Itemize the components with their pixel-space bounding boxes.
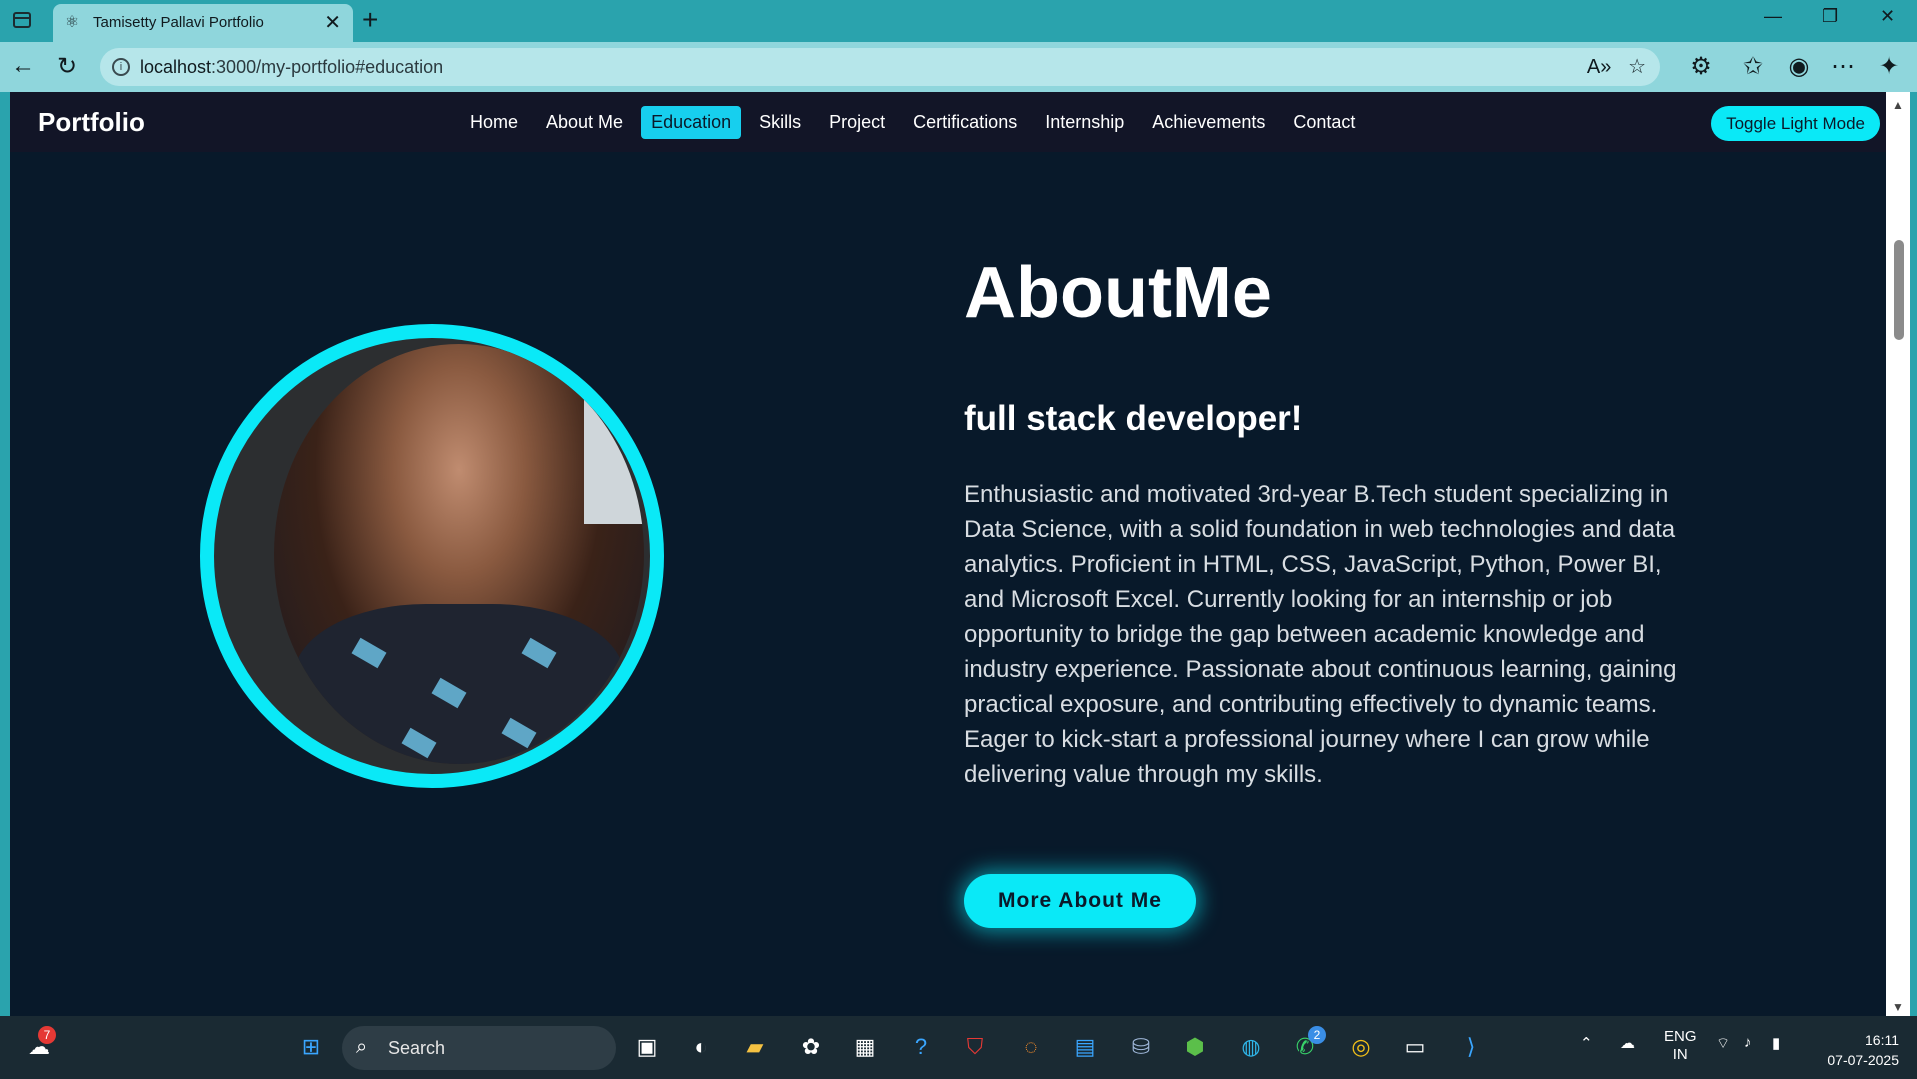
lang-bottom: IN	[1672, 1046, 1688, 1063]
jupyter-icon[interactable]: ◌	[1014, 1030, 1048, 1064]
browser-tab-strip: ⚛ Tamisetty Pallavi Portfolio ✕ + — ❐ ✕	[0, 0, 1917, 42]
taskbar-search[interactable]: ⌕ Search	[342, 1026, 616, 1070]
new-tab-icon[interactable]: +	[362, 4, 378, 36]
help-icon[interactable]: ?	[904, 1030, 938, 1064]
nav-home[interactable]: Home	[460, 106, 528, 139]
nav-skills[interactable]: Skills	[749, 106, 811, 139]
notepad-icon[interactable]: ▤	[1068, 1030, 1102, 1064]
about-subtitle: full stack developer!	[964, 399, 1303, 438]
about-description: Enthusiastic and motivated 3rd-year B.Te…	[964, 481, 1677, 788]
nav-project[interactable]: Project	[819, 106, 895, 139]
nav-about-me[interactable]: About Me	[536, 106, 633, 139]
browser-tab[interactable]: ⚛ Tamisetty Pallavi Portfolio ✕	[53, 4, 353, 42]
windows-taskbar: ☁ 7 ⊞ ⌕ Search ▣ ◐ ▰ ✿ ▦ ? ⛉ ◌ ▤ ⛁ ⬢ ◍ ✆…	[0, 1016, 1917, 1079]
task-view-icon[interactable]: ▣	[630, 1030, 664, 1064]
read-aloud-icon[interactable]: A»	[1587, 56, 1611, 78]
copilot-icon[interactable]: ✦	[1874, 52, 1904, 81]
more-about-me-button[interactable]: More About Me	[964, 874, 1196, 928]
nav-achievements[interactable]: Achievements	[1142, 106, 1275, 139]
search-label: Search	[388, 1038, 446, 1058]
eclipse-icon[interactable]: ◐	[684, 1030, 718, 1064]
site-navbar: Portfolio Home About Me Education Skills…	[10, 92, 1886, 152]
nav-education[interactable]: Education	[641, 106, 742, 139]
address-bar[interactable]: i localhost:3000/my-portfolio#education …	[100, 48, 1660, 86]
toggle-theme-button[interactable]: Toggle Light Mode	[1711, 106, 1880, 141]
whatsapp-badge: 2	[1308, 1026, 1326, 1044]
browser-toolbar: ← ↻ i localhost:3000/my-portfolio#educat…	[0, 42, 1917, 92]
minimize-icon[interactable]: —	[1764, 6, 1782, 27]
profile-avatar	[200, 324, 664, 788]
file-explorer-icon[interactable]: ▰	[738, 1030, 772, 1064]
site-info-icon[interactable]: i	[112, 58, 130, 76]
language-indicator[interactable]: ENG IN	[1664, 1028, 1697, 1064]
site-brand[interactable]: Portfolio	[38, 107, 145, 138]
edge-icon[interactable]: ◍	[1234, 1030, 1268, 1064]
nav-menu: Home About Me Education Skills Project C…	[460, 106, 1365, 139]
nav-certifications[interactable]: Certifications	[903, 106, 1027, 139]
more-options-icon[interactable]: ⋯	[1828, 52, 1858, 81]
search-icon: ⌕	[356, 1036, 368, 1058]
address-tools: A» ☆	[1587, 54, 1646, 79]
tab-title: Tamisetty Pallavi Portfolio	[93, 14, 264, 31]
nodejs-icon[interactable]: ⬢	[1178, 1030, 1212, 1064]
weather-badge: 7	[38, 1026, 56, 1044]
battery-icon[interactable]: ▮	[1772, 1034, 1780, 1052]
close-tab-icon[interactable]: ✕	[324, 10, 341, 35]
copilot-app-icon[interactable]: ✿	[794, 1030, 828, 1064]
volume-icon[interactable]: ♪	[1744, 1034, 1752, 1051]
restore-icon[interactable]: ❐	[1822, 6, 1838, 27]
tab-actions-icon[interactable]	[10, 8, 36, 34]
wifi-icon[interactable]: ⌔	[1716, 1034, 1730, 1053]
clock-date: 07-07-2025	[1827, 1052, 1899, 1068]
store-icon[interactable]: ▦	[848, 1030, 882, 1064]
page-viewport: Portfolio Home About Me Education Skills…	[10, 92, 1886, 1016]
profile-icon[interactable]: ◉	[1784, 52, 1814, 81]
nav-internship[interactable]: Internship	[1035, 106, 1134, 139]
terminal-icon[interactable]: ▭	[1398, 1030, 1432, 1064]
chrome-icon[interactable]: ◎	[1344, 1030, 1378, 1064]
system-clock[interactable]: 16:11 07-07-2025	[1827, 1030, 1899, 1070]
scroll-up-icon[interactable]: ▲	[1892, 98, 1904, 112]
extensions-icon[interactable]: ⚙	[1686, 52, 1716, 81]
url-text[interactable]: localhost:3000/my-portfolio#education	[140, 57, 443, 78]
about-title: AboutMe	[964, 253, 1272, 333]
page-scrollbar[interactable]: ▲ ▼	[1886, 92, 1910, 1016]
mysql-icon[interactable]: ⛁	[1124, 1030, 1158, 1064]
clock-time: 16:11	[1865, 1032, 1899, 1048]
favorites-icon[interactable]: ✩	[1738, 52, 1768, 81]
start-icon[interactable]: ⊞	[294, 1030, 328, 1064]
scroll-down-icon[interactable]: ▼	[1892, 1000, 1904, 1014]
back-icon[interactable]: ←	[8, 52, 38, 80]
vscode-icon[interactable]: ⟩	[1454, 1030, 1488, 1064]
mcafee-icon[interactable]: ⛉	[958, 1030, 992, 1064]
show-hidden-icons[interactable]: ⌃	[1580, 1034, 1593, 1052]
nav-contact[interactable]: Contact	[1283, 106, 1365, 139]
react-favicon-icon: ⚛	[64, 14, 80, 31]
favorite-star-icon[interactable]: ☆	[1628, 56, 1646, 78]
refresh-icon[interactable]: ↻	[52, 52, 82, 81]
onedrive-icon[interactable]: ☁	[1620, 1034, 1635, 1052]
scroll-thumb[interactable]	[1894, 240, 1904, 340]
profile-photo	[274, 344, 644, 764]
lang-top: ENG	[1664, 1028, 1697, 1045]
close-window-icon[interactable]: ✕	[1880, 6, 1895, 27]
